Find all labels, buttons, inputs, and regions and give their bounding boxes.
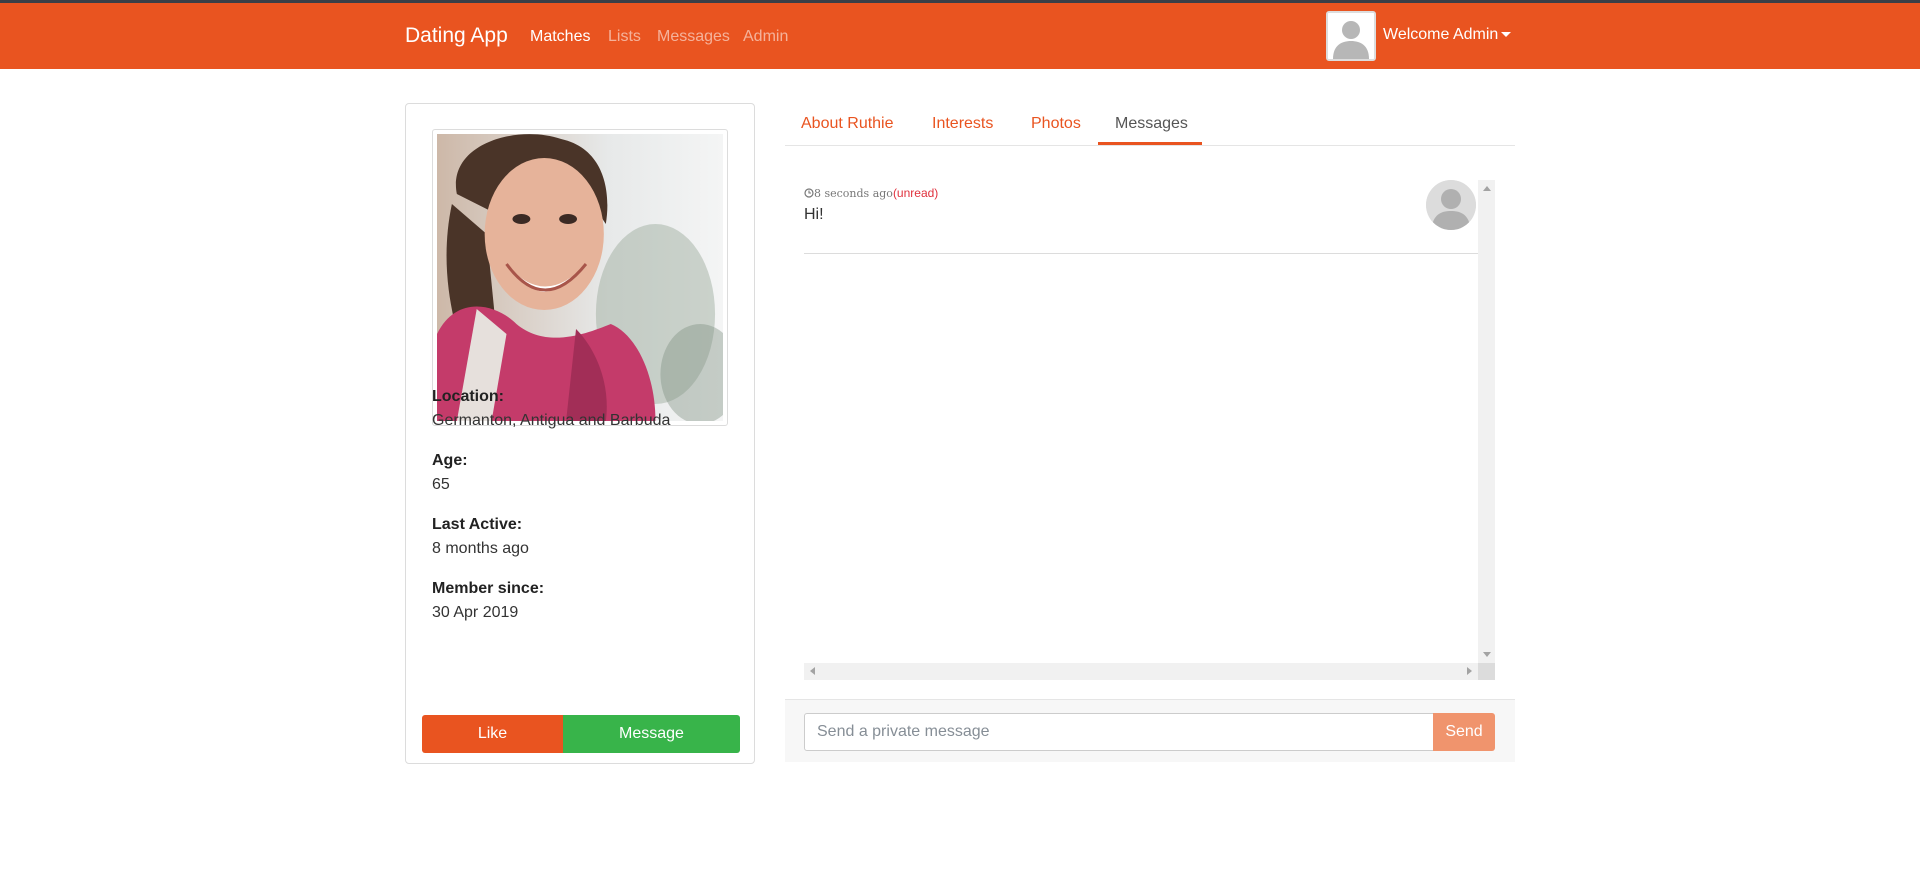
profile-photo-frame <box>432 129 728 426</box>
active-tab-indicator <box>1098 142 1202 145</box>
scrollbar-corner <box>1478 663 1495 680</box>
vertical-scrollbar[interactable] <box>1478 180 1495 663</box>
tab-about[interactable]: About Ruthie <box>801 115 894 133</box>
send-button[interactable]: Send <box>1433 713 1495 751</box>
caret-down-icon <box>1501 32 1512 38</box>
last-active-value: 8 months ago <box>432 540 529 557</box>
message-input[interactable] <box>804 713 1434 751</box>
nav-lists[interactable]: Lists <box>608 28 641 46</box>
nav-matches[interactable]: Matches <box>530 28 590 46</box>
last-active-label: Last Active: <box>432 516 523 533</box>
message-text: Hi! <box>804 206 824 223</box>
message-composer: Send <box>785 699 1515 762</box>
member-since-value: 30 Apr 2019 <box>432 604 519 621</box>
profile-photo <box>437 134 723 421</box>
tab-interests[interactable]: Interests <box>932 115 993 133</box>
user-placeholder-icon <box>1426 180 1476 230</box>
user-placeholder-icon[interactable] <box>1326 11 1376 61</box>
unread-badge: (unread) <box>892 186 939 200</box>
scroll-right-icon[interactable] <box>1467 667 1472 675</box>
horizontal-scrollbar[interactable] <box>804 663 1478 680</box>
clock-icon <box>804 188 814 198</box>
location-label: Location: <box>432 388 504 405</box>
scroll-up-icon[interactable] <box>1483 186 1491 191</box>
member-since-label: Member since: <box>432 580 545 597</box>
user-dropdown-toggle[interactable]: Welcome Admin <box>1383 26 1512 44</box>
age-label: Age: <box>432 452 468 469</box>
nav-messages[interactable]: Messages <box>657 28 730 46</box>
profile-tabs: About Ruthie Interests Photos Messages <box>785 103 1515 146</box>
like-button[interactable]: Like <box>422 715 563 753</box>
navbar: Dating App Matches Lists Messages Admin … <box>0 3 1920 69</box>
message-meta: 8 seconds ago(unread) <box>804 186 938 200</box>
message-time: 8 seconds ago <box>814 187 893 200</box>
age-value: 65 <box>432 476 450 493</box>
brand-link[interactable]: Dating App <box>405 24 508 48</box>
message-thread[interactable]: 8 seconds ago(unread) Hi! <box>804 180 1495 680</box>
tab-messages[interactable]: Messages <box>1115 115 1188 133</box>
message-item: 8 seconds ago(unread) Hi! <box>804 180 1478 254</box>
location-value: Germanton, Antigua and Barbuda <box>432 412 671 429</box>
message-button[interactable]: Message <box>563 715 740 753</box>
welcome-text: Welcome Admin <box>1383 26 1499 43</box>
nav-admin[interactable]: Admin <box>743 28 788 46</box>
scroll-left-icon[interactable] <box>810 667 815 675</box>
profile-card: Location: Germanton, Antigua and Barbuda… <box>405 103 755 764</box>
tab-photos[interactable]: Photos <box>1031 115 1081 133</box>
scroll-down-icon[interactable] <box>1483 652 1491 657</box>
